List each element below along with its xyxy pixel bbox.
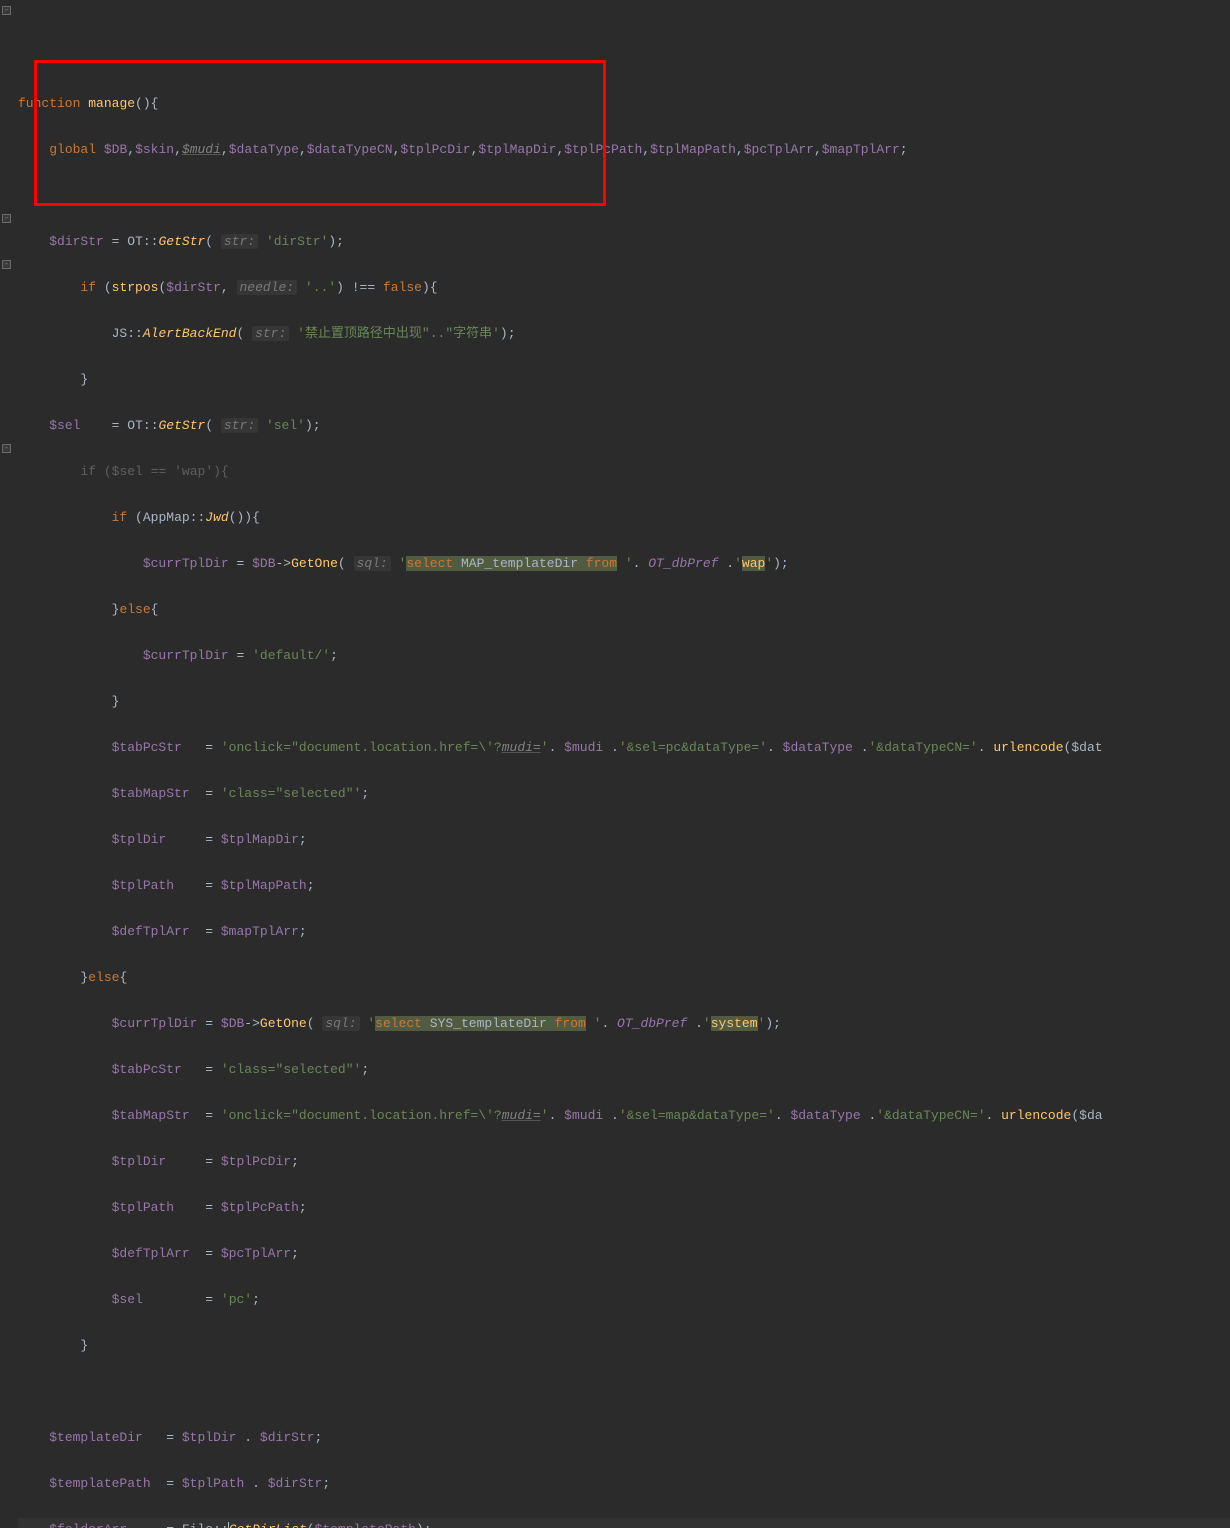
code-area[interactable]: function manage(){ global $DB,$skin,$mud… — [14, 0, 1230, 764]
code-line: $currTplDir = 'default/'; — [18, 644, 1230, 667]
code-line: } — [18, 1334, 1230, 1357]
code-line: $tabPcStr = 'onclick="document.location.… — [18, 736, 1230, 759]
code-line: $sel = OT::GetStr( str: 'sel'); — [18, 414, 1230, 437]
code-line: $defTplArr = $pcTplArr; — [18, 1242, 1230, 1265]
fold-marker[interactable]: - — [2, 6, 11, 15]
code-line: $tplPath = $tplPcPath; — [18, 1196, 1230, 1219]
code-line: }else{ — [18, 966, 1230, 989]
fold-marker[interactable]: - — [2, 214, 11, 223]
code-line: if (AppMap::Jwd()){ — [18, 506, 1230, 529]
code-line: if ($sel == 'wap'){ — [18, 460, 1230, 483]
code-line: $tabMapStr = 'onclick="document.location… — [18, 1104, 1230, 1127]
fold-marker[interactable]: - — [2, 260, 11, 269]
code-line: $templatePath = $tplPath . $dirStr; — [18, 1472, 1230, 1495]
code-line — [18, 184, 1230, 207]
code-line: $tplPath = $tplMapPath; — [18, 874, 1230, 897]
code-line: $currTplDir = $DB->GetOne( sql: 'select … — [18, 1012, 1230, 1035]
code-line: $tabPcStr = 'class="selected"'; — [18, 1058, 1230, 1081]
code-line: } — [18, 690, 1230, 713]
code-line: $tabMapStr = 'class="selected"'; — [18, 782, 1230, 805]
code-line: function manage(){ — [18, 92, 1230, 115]
code-line: } — [18, 368, 1230, 391]
code-line: $templateDir = $tplDir . $dirStr; — [18, 1426, 1230, 1449]
code-line: JS::AlertBackEnd( str: '禁止置顶路径中出现".."字符串… — [18, 322, 1230, 345]
code-editor[interactable]: - - - - function manage(){ global $DB,$s… — [0, 0, 1230, 764]
code-line: }else{ — [18, 598, 1230, 621]
code-line: $tplDir = $tplPcDir; — [18, 1150, 1230, 1173]
code-line: $defTplArr = $mapTplArr; — [18, 920, 1230, 943]
fold-marker[interactable]: - — [2, 444, 11, 453]
code-line: $folderArr = File::GetDirList($templateP… — [18, 1518, 1230, 1528]
code-line: $currTplDir = $DB->GetOne( sql: 'select … — [18, 552, 1230, 575]
gutter[interactable]: - - - - — [0, 0, 14, 764]
code-line: if (strpos($dirStr, needle: '..') !== fa… — [18, 276, 1230, 299]
code-line: $tplDir = $tplMapDir; — [18, 828, 1230, 851]
code-line: $sel = 'pc'; — [18, 1288, 1230, 1311]
code-line — [18, 1380, 1230, 1403]
code-line: global $DB,$skin,$mudi,$dataType,$dataTy… — [18, 138, 1230, 161]
code-line: $dirStr = OT::GetStr( str: 'dirStr'); — [18, 230, 1230, 253]
